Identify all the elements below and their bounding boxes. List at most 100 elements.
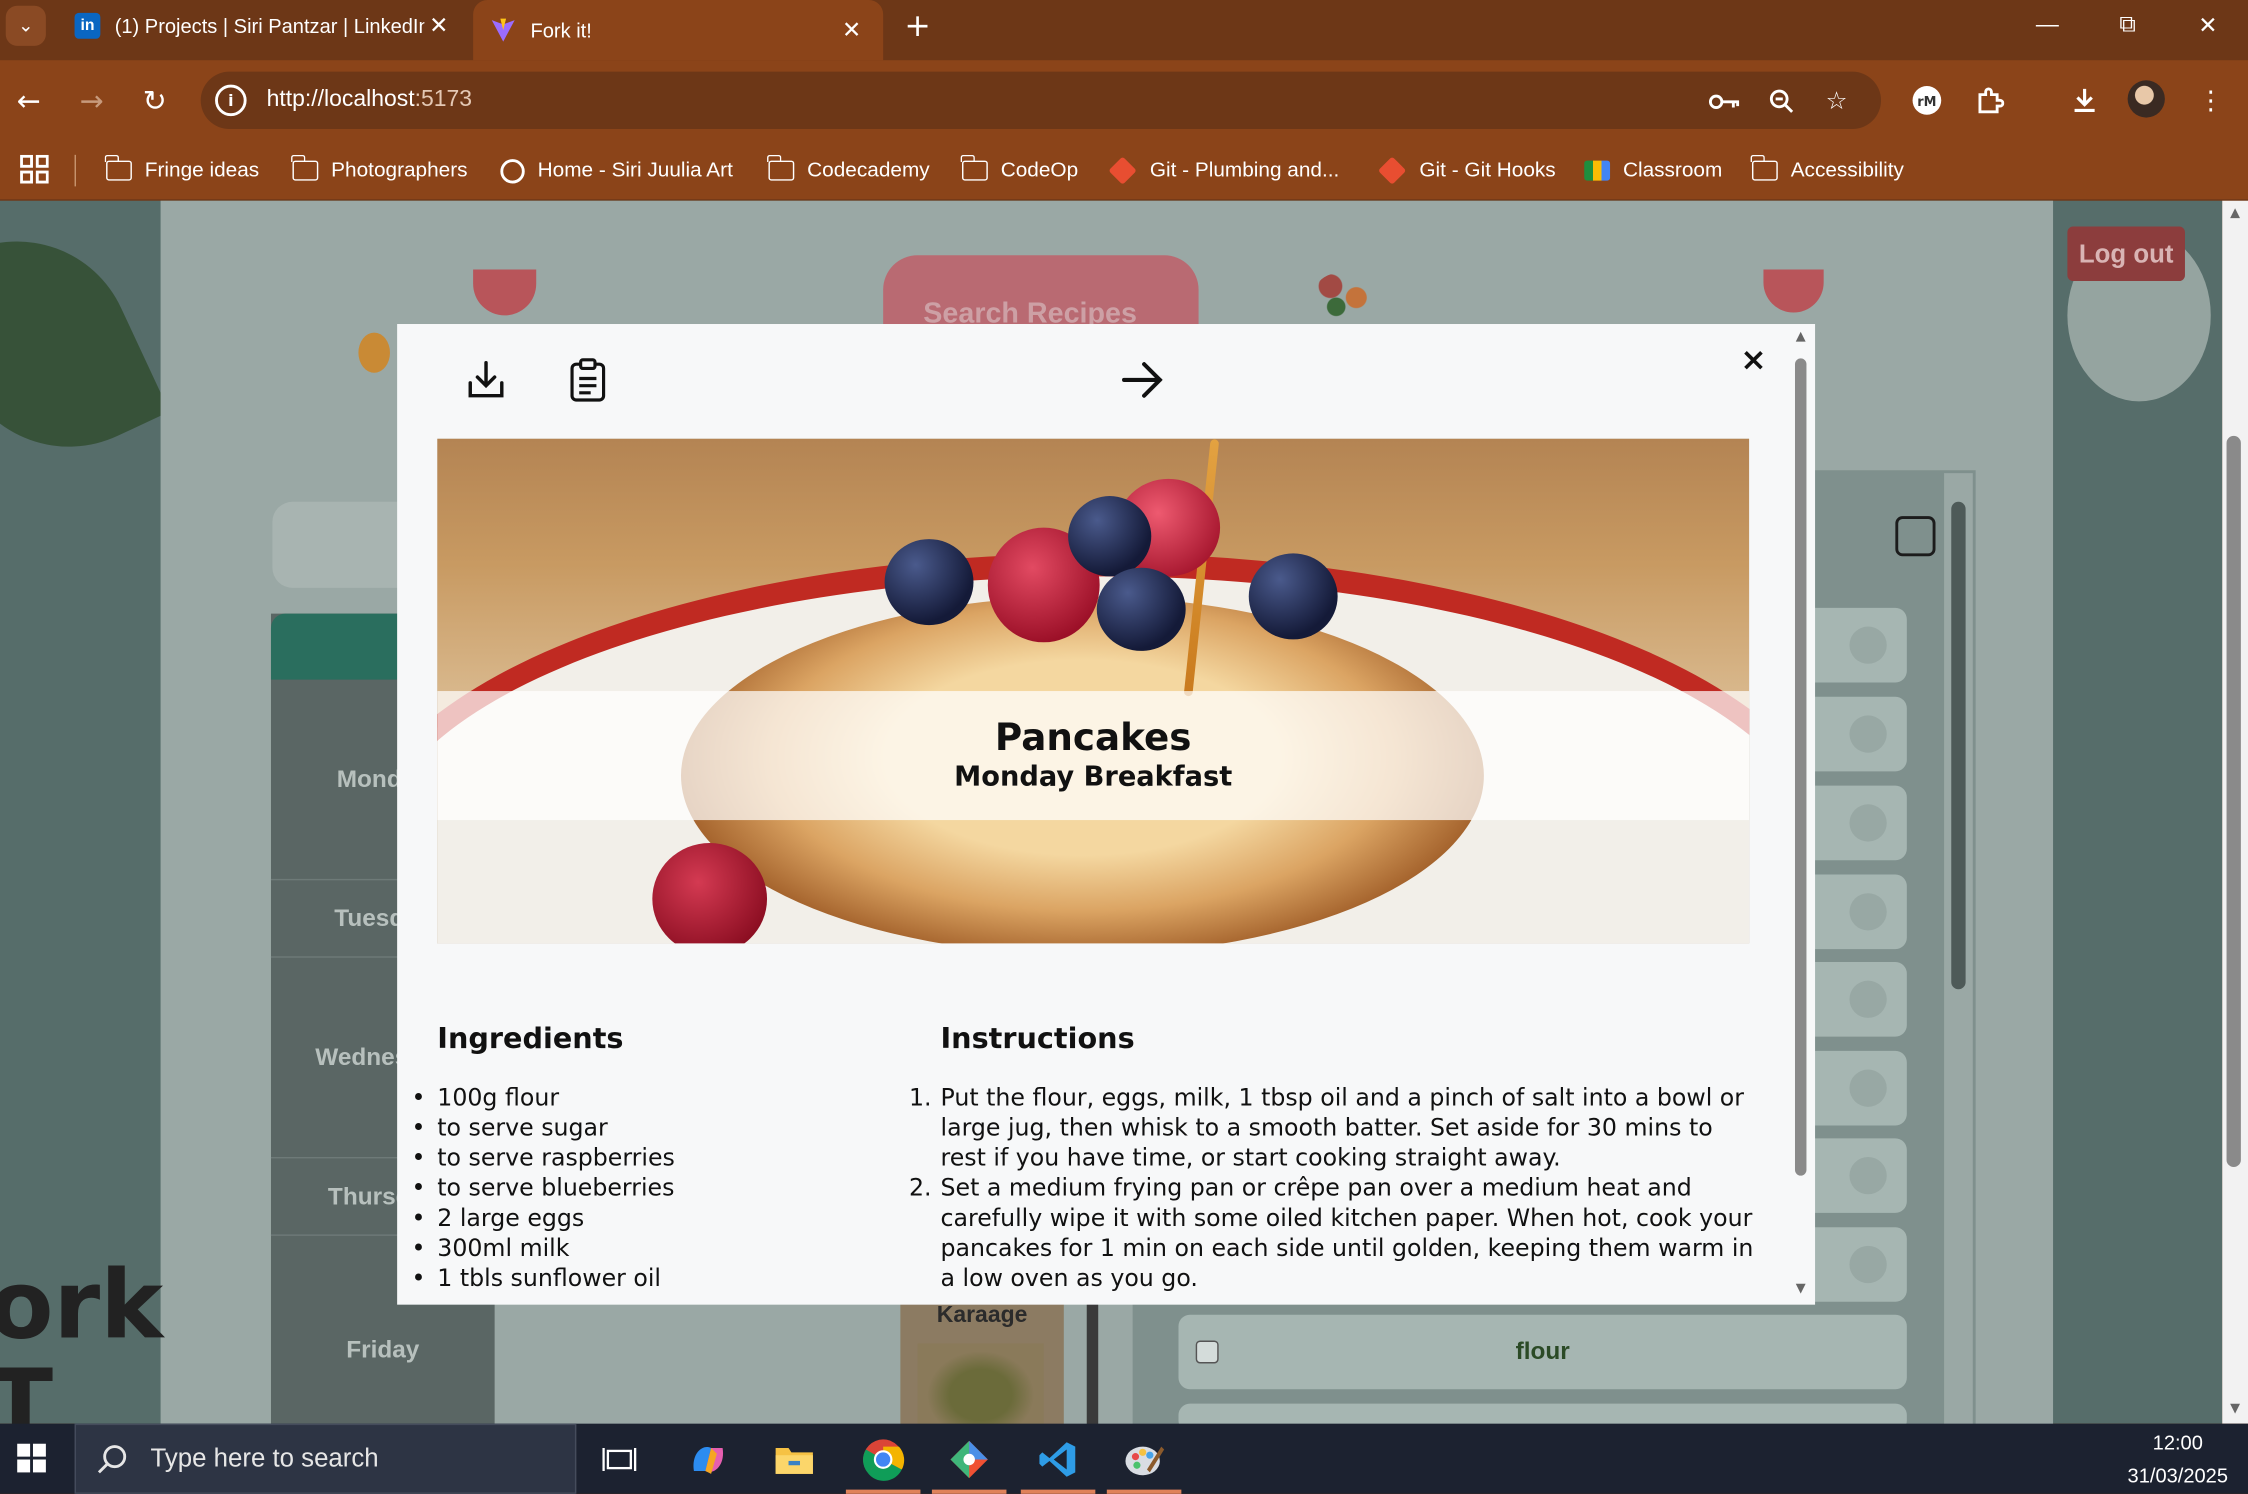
planner-scrollbar[interactable] [1086,1297,1099,1441]
back-button[interactable]: ← [9,80,49,120]
ingredient-item: to serve sugar [412,1113,675,1143]
bookmark-codecademy[interactable]: Codecademy [767,141,930,201]
shopping-list-scrollbar[interactable] [1944,473,1973,1434]
bookmark-photographers[interactable]: Photographers [291,141,468,201]
download-icon[interactable] [2065,80,2105,120]
folder-icon [105,154,132,181]
shopping-scroll-thumb[interactable] [1951,501,1966,990]
logout-button[interactable]: Log out [2067,226,2185,282]
meal-card-image [917,1343,1044,1430]
chrome-taskbar-icon[interactable] [840,1424,926,1494]
delete-item-icon[interactable] [1849,804,1887,842]
profile-avatar[interactable] [2127,80,2165,118]
blueberry-shape [1248,553,1338,640]
scroll-up-icon[interactable]: ▲ [1792,330,1809,344]
new-tab-button[interactable]: + [897,6,937,46]
delete-item-icon[interactable] [1849,626,1887,664]
password-key-icon[interactable] [1708,86,1741,118]
shopping-item-flour[interactable]: flour [1178,1314,1907,1390]
clipboard-icon[interactable] [563,356,612,405]
delete-item-icon[interactable] [1849,715,1887,753]
arrow-left-icon: ← [16,83,41,118]
bookmark-fringe-ideas[interactable]: Fringe ideas [105,141,259,201]
recipe-hero-image: Pancakes Monday Breakfast [437,438,1750,944]
clock-time: 12:00 [2152,1430,2203,1454]
bookmark-star-icon[interactable]: ☆ [1821,86,1853,118]
restore-button[interactable]: ⧉ [2087,0,2167,52]
apps-grid-icon[interactable] [20,154,52,187]
url-text[interactable]: http://localhost:5173 [267,87,472,113]
ingredient-item: 1 tbls sunflower oil [412,1263,675,1293]
address-bar[interactable]: i http://localhost:5173 ☆ [200,71,1882,130]
linkedin-icon: in [74,12,101,39]
scroll-up-icon[interactable]: ▲ [2227,206,2244,220]
step-text: Set a medium frying pan or crêpe pan ove… [940,1174,1754,1292]
extensions-puzzle-icon[interactable] [1970,80,2010,120]
delete-item-icon[interactable] [1849,893,1887,931]
arrow-right-icon: → [79,83,104,118]
modal-scroll-thumb[interactable] [1794,358,1807,1176]
delete-item-icon[interactable] [1849,1069,1887,1107]
ingredient-item: to serve raspberries [412,1143,675,1173]
delete-item-icon[interactable] [1849,980,1887,1018]
meal-card-karaage[interactable]: Karaage [900,1297,1064,1441]
next-recipe-arrow-icon[interactable] [1118,356,1167,405]
site-info-icon[interactable]: i [215,84,247,117]
reload-icon: ↻ [142,83,167,118]
copilot-icon[interactable] [665,1424,751,1494]
orange-decoration [358,332,390,373]
minimize-button[interactable]: — [2007,0,2087,52]
delete-item-icon[interactable] [1849,1245,1887,1284]
bookmark-siri-juulia-art[interactable]: Home - Siri Juulia Art [500,141,733,201]
system-clock[interactable]: 12:00 31/03/2025 [2108,1424,2248,1494]
reload-button[interactable]: ↻ [135,80,175,120]
close-tab-icon[interactable]: ✕ [424,11,453,40]
meal-card-title: Karaage [936,1303,1028,1328]
bookmark-label: Home - Siri Juulia Art [537,159,733,183]
close-modal-icon[interactable]: × [1738,342,1770,378]
bookmarks-bar: Fringe ideas Photographers Home - Siri J… [0,140,2248,201]
url-port: :5173 [414,87,473,112]
bookmark-classroom[interactable]: Classroom [1584,141,1722,201]
bookmark-label: Photographers [331,159,468,183]
plant-decoration [0,203,170,485]
close-window-button[interactable]: ✕ [2168,0,2248,52]
bookmark-codeop[interactable]: CodeOp [961,141,1078,201]
file-explorer-icon[interactable] [751,1424,837,1494]
bookmark-label: Accessibility [1790,159,1904,183]
download-recipe-icon[interactable] [462,356,511,405]
windows-start-icon[interactable] [17,1443,46,1473]
page-scrollbar[interactable]: ▲ ▼ [2222,200,2248,1424]
bookmark-git-hooks[interactable]: Git - Git Hooks [1377,141,1556,201]
bookmark-git-plumbing[interactable]: Git - Plumbing and... [1108,141,1340,201]
vite-icon [490,17,516,43]
blueberry-shape [1096,567,1186,651]
bookmark-accessibility[interactable]: Accessibility [1751,141,1904,201]
step-text: Put the flour, eggs, milk, 1 tbsp oil an… [940,1083,1744,1172]
bookmark-label: Classroom [1622,159,1723,183]
zoom-icon[interactable] [1766,86,1798,118]
vscode-icon[interactable] [1015,1424,1101,1494]
extension-rm-icon[interactable]: rM [1907,80,1947,120]
close-tab-icon[interactable]: ✕ [837,16,866,45]
tab-linkedin[interactable]: in (1) Projects | Siri Pantzar | LinkedI… [57,0,470,52]
bookmark-label: Codecademy [807,159,930,183]
git-kraken-icon[interactable] [926,1424,1012,1494]
modal-scrollbar[interactable]: ▲ ▼ [1789,327,1812,1302]
paint-icon[interactable] [1101,1424,1187,1494]
chrome-menu-icon[interactable]: ⋮ [2191,80,2231,120]
tab-fork-it[interactable]: Fork it! ✕ [473,0,884,61]
tab-search-button[interactable]: ⌄ [5,5,46,46]
scroll-down-icon[interactable]: ▼ [1792,1282,1809,1296]
scroll-down-icon[interactable]: ▼ [2227,1402,2244,1416]
bookmark-label: Git - Plumbing and... [1149,159,1340,183]
folder-icon [767,154,795,181]
taskbar-search-box[interactable]: Type here to search [74,1423,577,1494]
expand-icon[interactable] [1895,516,1936,557]
git-icon [1377,156,1407,185]
task-view-icon[interactable] [576,1424,662,1494]
page-scroll-thumb[interactable] [2226,435,2241,1168]
minimize-icon: — [2035,12,2059,38]
delete-item-icon[interactable] [1849,1156,1887,1195]
forward-button[interactable]: → [72,80,112,120]
